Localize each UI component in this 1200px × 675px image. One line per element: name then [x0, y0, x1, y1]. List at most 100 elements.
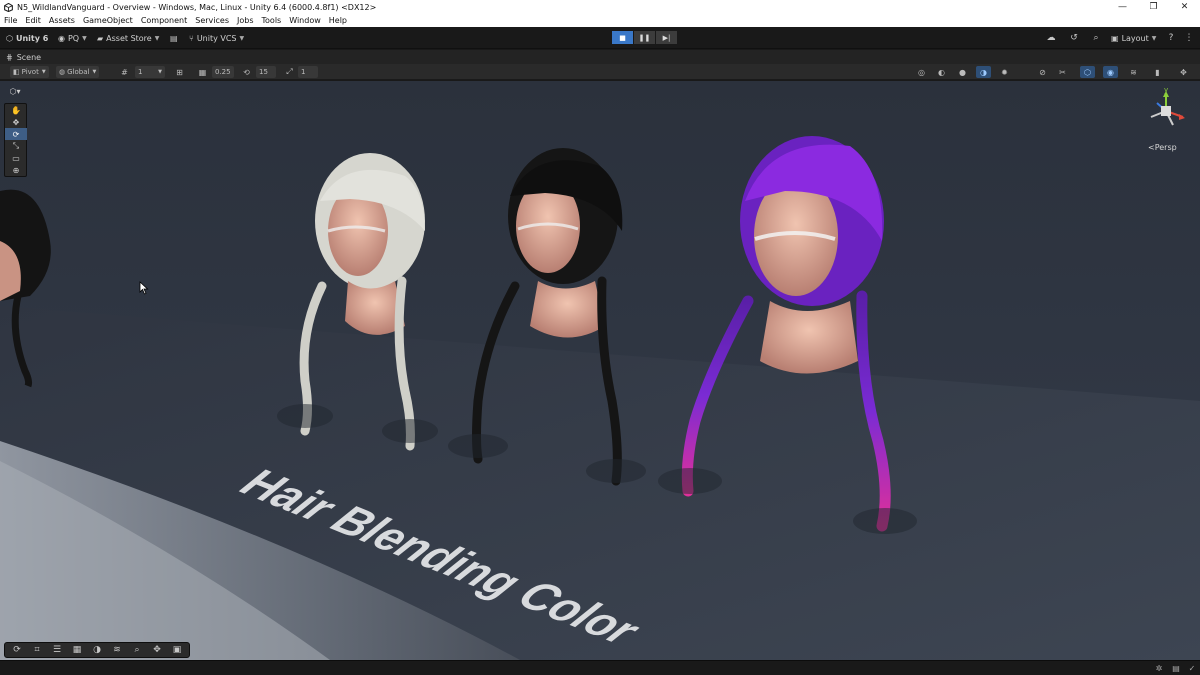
- chevron-down-icon: ▼: [158, 69, 162, 75]
- restore-button[interactable]: ❐: [1138, 0, 1169, 14]
- title-bar: N5_WildlandVanguard - Overview - Windows…: [0, 0, 1200, 14]
- chevron-down-icon: ▼: [239, 34, 245, 42]
- grid-size-value: 1: [138, 68, 143, 76]
- close-button[interactable]: ✕: [1169, 0, 1200, 14]
- pivot-dropdown[interactable]: ◧ Pivot ▼: [10, 66, 49, 78]
- menu-window[interactable]: Window: [289, 16, 321, 25]
- fx-icon[interactable]: ✂: [1055, 66, 1070, 78]
- menu-tools[interactable]: Tools: [262, 16, 282, 25]
- audio-mute-icon[interactable]: ⊘: [1035, 66, 1050, 78]
- snap-increment-field[interactable]: 0.25: [212, 66, 234, 78]
- pause-button[interactable]: ❚❚: [634, 31, 655, 44]
- shopping-bag-icon: ▰: [97, 33, 104, 43]
- crop-icon[interactable]: ⌗: [27, 644, 47, 657]
- bug-icon[interactable]: ✲: [1152, 663, 1166, 674]
- step-button[interactable]: ▶|: [656, 31, 677, 44]
- draw-mode-icon[interactable]: ◎: [914, 66, 929, 78]
- grid-tool-icon[interactable]: ▦: [67, 644, 87, 657]
- menu-gameobject[interactable]: GameObject: [83, 16, 133, 25]
- status-bar: ✲ ▤ ✓: [0, 660, 1200, 675]
- snap-icon[interactable]: ⊞: [172, 66, 187, 78]
- orientation-icon[interactable]: ✥: [1176, 66, 1191, 78]
- persp-text: Persp: [1154, 143, 1177, 152]
- grid-size-dropdown[interactable]: 1 ▼: [135, 66, 165, 78]
- layers-tool-icon[interactable]: ≋: [107, 644, 127, 657]
- layout-dropdown[interactable]: ▣ Layout ▼: [1111, 31, 1156, 45]
- scene-icon: ⋕: [6, 52, 13, 62]
- window-title: N5_WildlandVanguard - Overview - Windows…: [17, 2, 377, 12]
- grid-icon[interactable]: #: [117, 66, 132, 78]
- unity-logo-icon: ⬡: [6, 33, 13, 43]
- global-label: Global: [67, 68, 90, 76]
- menu-edit[interactable]: Edit: [25, 16, 41, 25]
- network-icon[interactable]: ▤: [1169, 663, 1183, 674]
- history-icon[interactable]: ↺: [1067, 31, 1081, 45]
- play-controls: ■ ❚❚ ▶|: [612, 31, 678, 44]
- global-dropdown[interactable]: ◍ Global ▼: [56, 66, 100, 78]
- camera-icon[interactable]: ▮: [1150, 66, 1165, 78]
- menu-file[interactable]: File: [4, 16, 17, 25]
- lighting-icon[interactable]: ◑: [976, 66, 991, 78]
- more-icon[interactable]: ⋮: [1184, 31, 1194, 45]
- list-icon[interactable]: ☰: [47, 644, 67, 657]
- view-options-icon[interactable]: ⬡▾: [4, 85, 26, 97]
- pivot-tool-icon[interactable]: ✥: [147, 644, 167, 657]
- check-icon[interactable]: ✓: [1185, 663, 1199, 674]
- rotate-snap-icon[interactable]: ⟲: [239, 66, 254, 78]
- asset-store-dropdown[interactable]: ▰ Asset Store ▼: [97, 31, 159, 45]
- help-icon[interactable]: ?: [1164, 31, 1178, 45]
- chevron-down-icon: ▼: [1151, 34, 1157, 42]
- camera-tool-icon[interactable]: ▣: [167, 644, 187, 657]
- minimize-button[interactable]: —: [1107, 0, 1138, 14]
- lighting-toggle-icon[interactable]: ◑: [87, 644, 107, 657]
- transform-tools: ✋ ✥ ⟳ ⤡ ▭ ⊕: [4, 103, 27, 177]
- scale-snap-icon[interactable]: ⤢: [282, 66, 297, 78]
- menu-assets[interactable]: Assets: [49, 16, 75, 25]
- transform-tool-icon[interactable]: ⊕: [5, 164, 27, 176]
- persp-chevron-icon: <: [1148, 143, 1155, 152]
- account-dropdown[interactable]: ◉ PQ ▼: [58, 31, 87, 45]
- layout-icon: ▣: [1111, 33, 1119, 43]
- increment-snap-icon[interactable]: ▦: [195, 66, 210, 78]
- menu-help[interactable]: Help: [329, 16, 347, 25]
- scene-overlay-toolbar: ⟳ ⌗ ☰ ▦ ◑ ≋ ⌕ ✥ ▣: [4, 642, 190, 658]
- zoom-icon[interactable]: ⌕: [127, 644, 147, 657]
- scale-snap-field[interactable]: 1: [298, 66, 318, 78]
- scene-viewport[interactable]: Hair Blending Color y <Persp: [0, 81, 1200, 660]
- orientation-gizmo[interactable]: y: [1143, 87, 1189, 133]
- scene-toolbar: ◧ Pivot ▼ ◍ Global ▼ # 1 ▼ ⊞ ▦ 0.25 ⟲ 15…: [0, 64, 1200, 80]
- hand-tool-icon[interactable]: ✋: [5, 104, 27, 116]
- menu-component[interactable]: Component: [141, 16, 187, 25]
- scale-tool-icon[interactable]: ⤡: [5, 140, 27, 152]
- persp-label[interactable]: <Persp: [1148, 143, 1177, 152]
- package-button[interactable]: ▤: [170, 31, 181, 45]
- visibility-icon[interactable]: ◉: [1103, 66, 1118, 78]
- rotate-tool-icon[interactable]: ⟳: [5, 128, 27, 140]
- shaded-icon[interactable]: ◐: [934, 66, 949, 78]
- account-label: PQ: [67, 33, 80, 43]
- play-button[interactable]: ■: [612, 31, 633, 44]
- refresh-icon[interactable]: ⟳: [7, 644, 27, 657]
- step-icon: ▶|: [662, 33, 671, 42]
- menu-services[interactable]: Services: [195, 16, 229, 25]
- move-tool-icon[interactable]: ✥: [5, 116, 27, 128]
- gizmos-icon[interactable]: ⬡: [1080, 66, 1095, 78]
- scene-tab[interactable]: ⋕ Scene: [0, 50, 1200, 64]
- unity-account-button[interactable]: ⬡ Unity 6: [6, 31, 48, 45]
- sphere-icon[interactable]: ●: [955, 66, 970, 78]
- search-icon[interactable]: ⌕: [1089, 31, 1103, 45]
- cloud-icon[interactable]: ☁: [1044, 31, 1058, 45]
- chevron-down-icon: ▼: [82, 34, 87, 42]
- rect-tool-icon[interactable]: ▭: [5, 152, 27, 164]
- scale-snap-value: 1: [301, 68, 306, 76]
- layers-icon[interactable]: ≋: [1126, 66, 1141, 78]
- vcs-dropdown[interactable]: ⑂ Unity VCS ▼: [189, 31, 244, 45]
- layout-label: Layout: [1121, 33, 1149, 43]
- effects-icon[interactable]: ✹: [997, 66, 1012, 78]
- main-toolbar: ⬡ Unity 6 ◉ PQ ▼ ▰ Asset Store ▼ ▤ ⑂ Uni…: [0, 27, 1200, 49]
- scene-render: Hair Blending Color: [0, 81, 1200, 660]
- rotate-snap-field[interactable]: 15: [256, 66, 276, 78]
- menu-bar: File Edit Assets GameObject Component Se…: [0, 14, 1200, 27]
- pivot-icon: ◧: [13, 68, 20, 76]
- menu-jobs[interactable]: Jobs: [237, 16, 254, 25]
